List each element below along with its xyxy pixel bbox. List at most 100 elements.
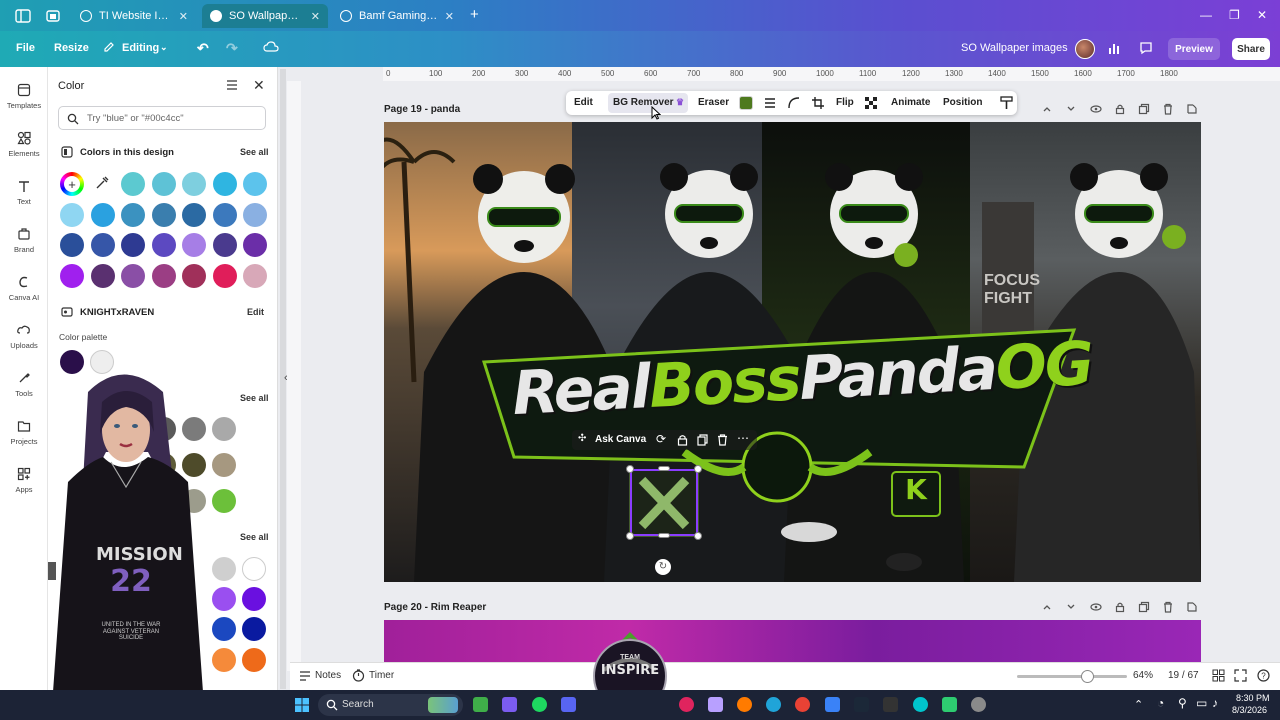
hide-page-icon[interactable] <box>1090 103 1102 115</box>
list-view-icon[interactable] <box>226 79 238 91</box>
design-color-swatch[interactable] <box>151 233 176 257</box>
design-color-swatch[interactable] <box>121 202 145 227</box>
chrome-icon[interactable] <box>795 697 810 712</box>
animate-button[interactable]: Animate <box>891 97 930 108</box>
design-color-swatch[interactable] <box>212 202 237 227</box>
refresh-icon[interactable]: ⟳ <box>656 432 666 446</box>
share-button[interactable]: Share <box>1232 38 1270 60</box>
editing-mode-dropdown[interactable]: Editing <box>122 42 159 54</box>
eyedropper-icon[interactable] <box>94 175 110 191</box>
design-color-swatch[interactable] <box>212 172 237 196</box>
delete-page-icon[interactable] <box>1162 601 1174 613</box>
edit-image-button[interactable]: Edit <box>574 97 593 108</box>
file-explorer-icon[interactable] <box>473 697 488 712</box>
close-icon[interactable]: ✕ <box>311 10 320 23</box>
zoom-level[interactable]: 64% <box>1133 670 1153 681</box>
duplicate-page-icon[interactable] <box>1138 601 1150 613</box>
design-color-swatch[interactable] <box>182 233 206 257</box>
add-page-icon[interactable] <box>1186 601 1198 613</box>
vpn-icon[interactable] <box>708 697 723 712</box>
design-color-swatch[interactable] <box>90 202 115 227</box>
add-color-button[interactable]: + <box>60 172 84 196</box>
design-color-swatch[interactable] <box>212 263 237 288</box>
grid-view-icon[interactable] <box>1212 669 1225 682</box>
minimize-button[interactable]: — <box>1200 8 1212 22</box>
design-color-swatch[interactable] <box>60 233 84 257</box>
fullscreen-icon[interactable] <box>1234 669 1247 682</box>
zoom-slider[interactable] <box>1017 670 1127 683</box>
tab-so-wallpaper-images[interactable]: SO Wallpaper imag... ✕ <box>202 4 328 28</box>
rail-projects[interactable]: Projects <box>0 419 48 446</box>
see-all-link[interactable]: See all <box>240 393 269 403</box>
default-swatch[interactable] <box>242 648 266 672</box>
help-icon[interactable]: ? <box>1257 669 1270 682</box>
close-icon[interactable]: ✕ <box>445 10 454 23</box>
taskbar-search-box[interactable]: Search <box>318 694 463 716</box>
edge-icon[interactable] <box>766 697 781 712</box>
see-all-link[interactable]: See all <box>240 532 269 542</box>
lock-icon[interactable] <box>1114 601 1126 613</box>
rotate-handle-icon[interactable]: ↻ <box>655 559 671 575</box>
move-up-icon[interactable] <box>1041 601 1053 613</box>
move-up-icon[interactable] <box>1041 103 1053 115</box>
new-tab-button[interactable]: + <box>470 6 479 23</box>
design-color-swatch[interactable] <box>243 202 267 227</box>
resize-handle[interactable] <box>694 532 702 540</box>
microphone-icon[interactable]: ⚲ <box>1178 696 1187 710</box>
tab-bamf-gaming-stuff[interactable]: Bamf Gaming stuff ... ✕ <box>332 4 462 28</box>
volume-icon[interactable]: ♪ <box>1212 696 1218 710</box>
add-page-icon[interactable] <box>1186 103 1198 115</box>
workspaces-icon[interactable] <box>44 7 62 25</box>
default-swatch[interactable] <box>242 617 266 641</box>
close-window-button[interactable]: ✕ <box>1257 8 1267 22</box>
maximize-button[interactable]: ❐ <box>1229 8 1240 22</box>
sidebar-toggle-icon[interactable] <box>14 7 32 25</box>
rail-canva-ai[interactable]: Canva AI <box>0 275 48 302</box>
flip-button[interactable]: Flip <box>836 97 854 108</box>
design-color-swatch[interactable] <box>182 172 206 196</box>
color-search-input[interactable]: Try "blue" or "#00c4cc" <box>58 106 266 130</box>
firefox-icon[interactable] <box>737 697 752 712</box>
resize-button[interactable]: Resize <box>54 42 89 54</box>
notes-button[interactable]: Notes <box>315 670 341 681</box>
delete-page-icon[interactable] <box>1162 103 1174 115</box>
page-20-label[interactable]: Page 20 - Rim Reaper <box>384 602 486 613</box>
cloud-save-icon[interactable] <box>263 40 279 54</box>
design-color-swatch[interactable] <box>90 263 115 288</box>
page-20-design[interactable] <box>384 620 1201 662</box>
resize-handle[interactable] <box>626 532 634 540</box>
avatar[interactable] <box>1075 39 1095 59</box>
see-all-link[interactable]: See all <box>240 147 269 157</box>
design-color-swatch[interactable] <box>243 263 267 288</box>
chat-app-icon[interactable] <box>942 697 957 712</box>
corner-rounding-icon[interactable] <box>788 97 800 109</box>
rail-text[interactable]: Text <box>0 179 48 206</box>
opera-icon[interactable] <box>679 697 694 712</box>
spotify-icon[interactable] <box>532 697 547 712</box>
page-19-label[interactable]: Page 19 - panda <box>384 104 460 115</box>
resize-handle[interactable] <box>658 466 670 471</box>
insights-icon[interactable] <box>1107 41 1121 55</box>
windows-start-icon[interactable] <box>294 697 310 713</box>
lock-icon[interactable] <box>1114 103 1126 115</box>
design-color-swatch[interactable] <box>243 233 267 257</box>
lock-icon[interactable] <box>677 434 688 446</box>
color-picker-swatch[interactable] <box>739 96 753 110</box>
resize-handle[interactable] <box>626 465 634 473</box>
ask-canva-button[interactable]: Ask Canva <box>595 434 646 445</box>
terminal-icon[interactable] <box>883 697 898 712</box>
duplicate-page-icon[interactable] <box>1138 103 1150 115</box>
design-color-swatch[interactable] <box>121 233 145 257</box>
close-icon[interactable]: ✕ <box>179 10 188 23</box>
design-color-swatch[interactable] <box>121 263 145 288</box>
border-style-icon[interactable] <box>764 97 776 109</box>
page-19-design[interactable]: RealBossPandaOG FOCUS FIGHT K ✣ Ask Canv… <box>384 122 1201 582</box>
taskbar-date[interactable]: 8/3/2026 <box>1232 705 1267 715</box>
wifi-icon[interactable]: ◔ <box>1157 696 1164 710</box>
settings-icon[interactable] <box>971 697 986 712</box>
preview-button[interactable]: Preview <box>1168 38 1220 60</box>
design-color-swatch[interactable] <box>182 263 206 288</box>
file-menu[interactable]: File <box>16 42 35 54</box>
canva-app-icon[interactable] <box>913 697 928 712</box>
document-title[interactable]: SO Wallpaper images <box>961 42 1068 54</box>
